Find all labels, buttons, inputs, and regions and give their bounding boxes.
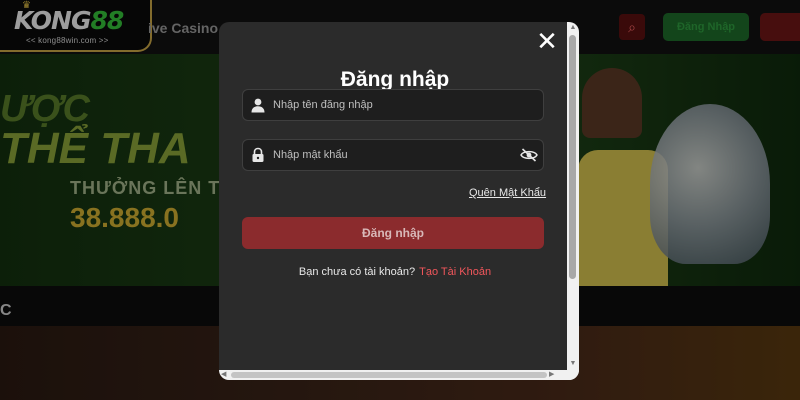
close-icon[interactable]: ✕ xyxy=(535,28,559,54)
login-submit-button[interactable]: Đăng nhập xyxy=(242,217,544,249)
username-input[interactable] xyxy=(273,90,513,120)
forgot-password-link[interactable]: Quên Mật Khẩu xyxy=(469,187,546,199)
horizontal-scrollbar-thumb[interactable] xyxy=(231,372,547,378)
create-account-link[interactable]: Tạo Tài Khoản xyxy=(419,266,491,278)
vertical-scrollbar[interactable]: ▲ ▼ xyxy=(567,22,579,380)
lock-icon xyxy=(252,147,264,162)
scroll-left-arrow-icon[interactable]: ◀ xyxy=(221,370,226,378)
password-input[interactable] xyxy=(273,140,513,170)
scroll-right-arrow-icon[interactable]: ▶ xyxy=(549,370,554,378)
scroll-down-arrow-icon[interactable]: ▼ xyxy=(567,360,579,370)
no-account-text: Bạn chưa có tài khoản? xyxy=(298,266,416,278)
user-icon xyxy=(251,98,265,113)
scrollbar-thumb[interactable] xyxy=(569,35,576,279)
signup-prompt: Bạn chưa có tài khoản? Tạo Tài Khoản xyxy=(219,266,571,278)
username-field[interactable] xyxy=(242,89,544,121)
login-modal: ✕ Đăng nhập Quên Mật Khẩu Đăng nhập Bạn … xyxy=(219,22,579,380)
password-field[interactable] xyxy=(242,139,544,171)
scroll-up-arrow-icon[interactable]: ▲ xyxy=(567,24,579,34)
eye-slash-icon[interactable] xyxy=(520,148,538,162)
horizontal-scrollbar[interactable]: ◀ ▶ xyxy=(219,370,579,380)
